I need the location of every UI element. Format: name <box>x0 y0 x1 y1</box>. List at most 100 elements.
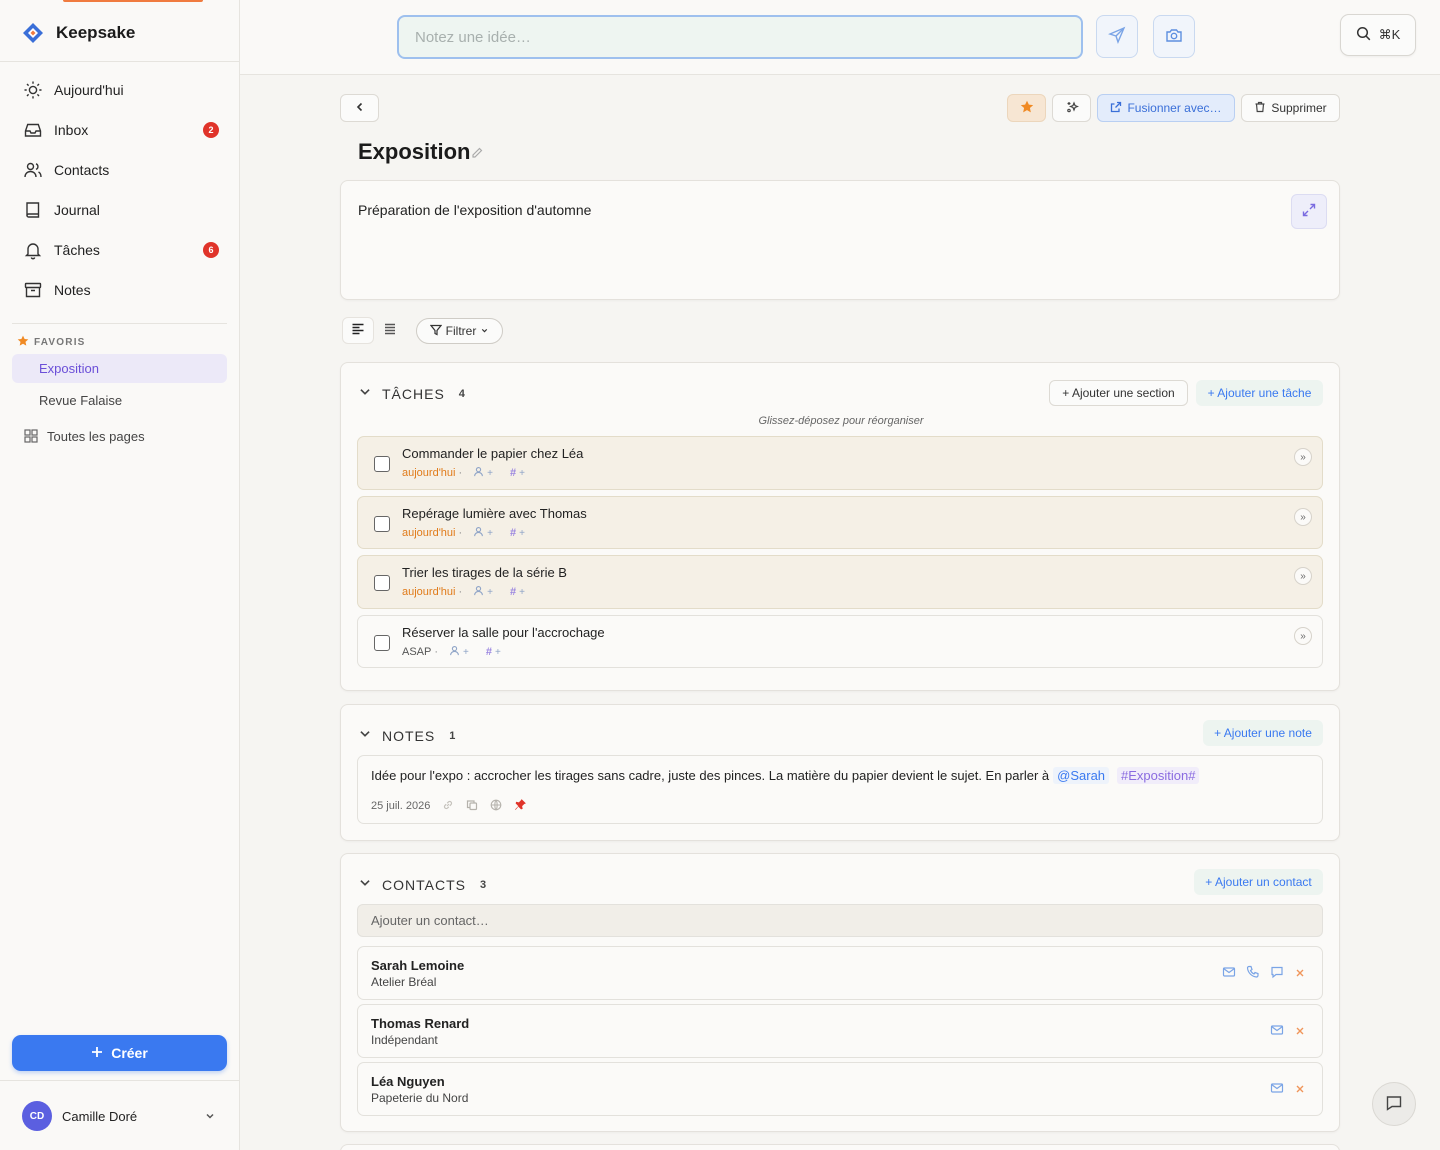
assign-person-icon[interactable] <box>473 585 484 599</box>
remove-contact-icon[interactable] <box>1294 1082 1306 1098</box>
nav-item-today[interactable]: Aujourd'hui <box>12 70 228 110</box>
contacts-section-header[interactable]: CONTACTS 3 <box>358 876 486 893</box>
open-task-button[interactable]: » <box>1294 448 1312 466</box>
nav-item-journal[interactable]: Journal <box>12 190 228 230</box>
nav-item-notes[interactable]: Notes <box>12 270 228 310</box>
favorite-toggle-button[interactable] <box>1007 94 1046 122</box>
merge-button[interactable]: Fusionner avec… <box>1097 94 1235 122</box>
keepsake-logo-icon[interactable] <box>22 22 44 44</box>
task-row[interactable]: Réserver la salle pour l'accrochage ASAP… <box>357 615 1323 668</box>
note-tag[interactable]: #Exposition# <box>1117 767 1200 784</box>
add-note-button[interactable]: + Ajouter une note <box>1203 720 1323 746</box>
expand-button[interactable] <box>1291 194 1327 229</box>
grid-icon <box>24 429 38 443</box>
open-task-button[interactable]: » <box>1294 567 1312 585</box>
link-icon[interactable] <box>442 799 454 814</box>
search-button[interactable]: ⌘K <box>1340 14 1416 56</box>
back-button[interactable] <box>340 94 379 122</box>
task-checkbox[interactable] <box>374 456 390 472</box>
note-card[interactable]: Idée pour l'expo : accrocher les tirages… <box>357 755 1323 824</box>
all-pages-link[interactable]: Toutes les pages <box>12 424 227 448</box>
notes-section-header[interactable]: NOTES 1 <box>358 727 455 744</box>
chevron-down-icon[interactable] <box>358 876 372 893</box>
brand-accent-bar <box>63 0 203 2</box>
delete-button[interactable]: Supprimer <box>1241 94 1340 122</box>
task-title[interactable]: Repérage lumière avec Thomas <box>402 506 587 521</box>
merge-label: Fusionner avec… <box>1127 101 1222 115</box>
user-menu[interactable]: CD Camille Doré <box>0 1080 239 1150</box>
remove-contact-icon[interactable] <box>1294 1024 1306 1040</box>
view-list-button[interactable] <box>376 317 404 344</box>
inbox-icon <box>22 119 44 141</box>
view-compact-button[interactable] <box>342 317 374 344</box>
task-checkbox[interactable] <box>374 575 390 591</box>
contact-name[interactable]: Sarah Lemoine <box>371 958 464 973</box>
filter-button[interactable]: Filtrer <box>416 318 503 344</box>
chevron-down-icon[interactable] <box>358 727 372 744</box>
task-meta: aujourd'hui · + # + <box>402 466 525 480</box>
contact-name[interactable]: Léa Nguyen <box>371 1074 445 1089</box>
task-row[interactable]: Repérage lumière avec Thomas aujourd'hui… <box>357 496 1323 549</box>
add-tag-icon[interactable]: # <box>486 646 492 658</box>
page-description-card[interactable]: Préparation de l'exposition d'automne <box>340 180 1340 300</box>
contact-row[interactable]: Léa Nguyen Papeterie du Nord <box>357 1062 1323 1116</box>
mail-icon[interactable] <box>1270 1023 1284 1040</box>
send-button[interactable] <box>1096 15 1138 58</box>
trash-icon <box>1254 101 1266 116</box>
meta-separator: · <box>458 586 463 598</box>
open-task-button[interactable]: » <box>1294 627 1312 645</box>
nav-item-tasks[interactable]: Tâches 6 <box>12 230 228 270</box>
task-checkbox[interactable] <box>374 516 390 532</box>
favorite-item-exposition[interactable]: Exposition <box>12 354 227 383</box>
task-due-date[interactable]: aujourd'hui <box>402 527 455 539</box>
contact-row[interactable]: Sarah Lemoine Atelier Bréal <box>357 946 1323 1000</box>
task-due-date[interactable]: aujourd'hui <box>402 586 455 598</box>
nav-item-contacts[interactable]: Contacts <box>12 150 228 190</box>
quick-note-input[interactable] <box>397 15 1083 59</box>
book-icon <box>22 199 44 221</box>
star-icon <box>17 334 29 350</box>
tasks-section-header[interactable]: TÂCHES 4 <box>358 385 465 402</box>
nav-item-inbox[interactable]: Inbox 2 <box>12 110 228 150</box>
create-button[interactable]: Créer <box>12 1035 227 1071</box>
chevron-down-icon[interactable] <box>358 385 372 402</box>
add-contact-button[interactable]: + Ajouter un contact <box>1194 869 1323 895</box>
task-due-date[interactable]: ASAP <box>402 646 431 658</box>
add-section-button[interactable]: + Ajouter une section <box>1049 380 1188 406</box>
mail-icon[interactable] <box>1270 1081 1284 1098</box>
task-title[interactable]: Commander le papier chez Léa <box>402 446 583 461</box>
contact-name[interactable]: Thomas Renard <box>371 1016 469 1031</box>
favorite-item-revue-falaise[interactable]: Revue Falaise <box>12 386 227 415</box>
copy-icon[interactable] <box>466 799 478 814</box>
phone-icon[interactable] <box>1246 965 1260 982</box>
task-row[interactable]: Trier les tirages de la série B aujourd'… <box>357 555 1323 609</box>
task-checkbox[interactable] <box>374 635 390 651</box>
message-icon[interactable] <box>1270 965 1284 982</box>
assign-person-icon[interactable] <box>473 466 484 480</box>
task-due-date[interactable]: aujourd'hui <box>402 467 455 479</box>
magic-button[interactable] <box>1052 94 1091 122</box>
add-tag-icon[interactable]: # <box>510 527 516 539</box>
note-mention[interactable]: @Sarah <box>1053 767 1110 784</box>
assign-person-icon[interactable] <box>473 526 484 540</box>
task-title[interactable]: Trier les tirages de la série B <box>402 565 567 580</box>
open-task-button[interactable]: » <box>1294 508 1312 526</box>
chat-button[interactable] <box>1372 1082 1416 1126</box>
camera-button[interactable] <box>1153 15 1195 58</box>
pencil-icon[interactable] <box>471 146 483 162</box>
add-contact-input[interactable] <box>357 904 1323 937</box>
assign-person-icon[interactable] <box>449 645 460 659</box>
note-text: Idée pour l'expo : accrocher les tirages… <box>371 767 1200 784</box>
pin-icon[interactable] <box>514 798 527 814</box>
remove-contact-icon[interactable] <box>1294 966 1306 982</box>
globe-icon[interactable] <box>490 799 502 814</box>
contact-row[interactable]: Thomas Renard Indépendant <box>357 1004 1323 1058</box>
add-tag-icon[interactable]: # <box>510 586 516 598</box>
task-title[interactable]: Réserver la salle pour l'accrochage <box>402 625 605 640</box>
task-row[interactable]: Commander le papier chez Léa aujourd'hui… <box>357 436 1323 490</box>
add-task-button[interactable]: + Ajouter une tâche <box>1196 380 1323 406</box>
task-meta: ASAP · + # + <box>402 645 501 659</box>
mail-icon[interactable] <box>1222 965 1236 982</box>
add-tag-icon[interactable]: # <box>510 467 516 479</box>
app-name: Keepsake <box>56 23 136 42</box>
